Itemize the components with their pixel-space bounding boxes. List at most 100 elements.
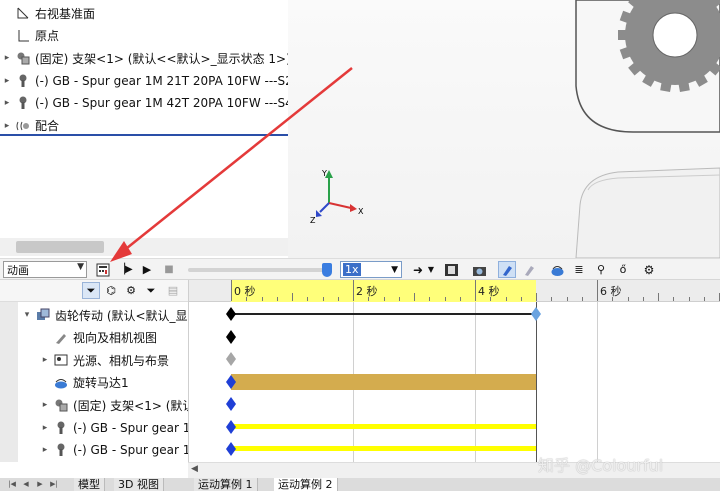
watermark: 知乎 @Colourful bbox=[538, 456, 664, 475]
playback-mode-dropdown[interactable]: ▼ bbox=[426, 261, 436, 278]
ruler-tick bbox=[673, 297, 675, 301]
motion-tree-toolbar: ⏷ ⌬ ⚙ ⏷ ▤ bbox=[0, 280, 188, 302]
save-animation-button[interactable] bbox=[442, 261, 460, 278]
collapse-button[interactable]: ▤ bbox=[164, 282, 182, 299]
playback-slider[interactable] bbox=[188, 268, 326, 272]
motion-manager-tree: ▾ 齿轮传动 (默认<默认_显视向及相机视图 ▸ 光源、相机与布景旋转马达1 ▸ (固定)… bbox=[0, 302, 188, 462]
contact-button[interactable]: ⚲ bbox=[592, 261, 610, 278]
motion-tree-item[interactable]: 视向及相机视图 bbox=[38, 327, 157, 349]
chevron-down-icon[interactable]: ▾ bbox=[20, 310, 34, 320]
keypoint[interactable] bbox=[226, 397, 236, 411]
tree-item[interactable]: ▸ (固定) 支架<1> (默认<<默认>_显示状态 1>) bbox=[0, 47, 291, 69]
ruler-tick bbox=[581, 297, 583, 301]
ruler-tick bbox=[536, 293, 537, 301]
chevron-down-icon: ▼ bbox=[77, 262, 84, 272]
filter-animated-button[interactable]: ⏷ bbox=[82, 282, 100, 299]
motion-tree-item[interactable]: 旋转马达1 bbox=[38, 372, 129, 394]
motor-time-bar[interactable] bbox=[231, 373, 536, 390]
ruler-label: 0 秒 bbox=[234, 285, 256, 298]
bottom-tab[interactable]: 运动算例 2 bbox=[274, 478, 338, 491]
keypoint[interactable] bbox=[531, 307, 541, 321]
time-gridline bbox=[597, 302, 598, 462]
stop-button[interactable]: ■ bbox=[160, 261, 178, 278]
add-key-icon bbox=[525, 265, 534, 276]
ruler-tick bbox=[414, 293, 415, 301]
tree-item-label: 原点 bbox=[35, 29, 60, 43]
bottom-tab[interactable]: 3D 视图 bbox=[114, 478, 164, 491]
tree-item[interactable]: 右视基准面 bbox=[0, 2, 95, 24]
ruler-tick bbox=[261, 297, 263, 301]
ruler-tick bbox=[276, 297, 278, 301]
play-from-start-icon: ▕▶ bbox=[117, 264, 133, 275]
tree-item[interactable]: ▸ (-) GB - Spur gear 1M 42T 20PA 10FW ---… bbox=[0, 92, 293, 114]
study-type-select[interactable]: 动画 ▼ bbox=[3, 261, 87, 278]
last-tab-icon[interactable]: ▶| bbox=[48, 479, 60, 490]
ruler-major-tick bbox=[475, 280, 476, 301]
motor-icon bbox=[52, 375, 70, 391]
next-tab-icon[interactable]: ▶ bbox=[34, 479, 46, 490]
spring-button[interactable]: ≣ bbox=[570, 261, 588, 278]
time-ruler[interactable]: 0 秒 2 秒 4 秒 6 秒 bbox=[189, 280, 720, 302]
filter-results-button[interactable]: ⏷ bbox=[142, 282, 160, 299]
time-bar[interactable] bbox=[536, 302, 537, 462]
ruler-label: 2 秒 bbox=[356, 285, 378, 298]
calculate-button[interactable] bbox=[94, 261, 112, 278]
chevron-right-icon[interactable]: ▸ bbox=[0, 53, 14, 63]
scroll-left-icon[interactable]: ◀ bbox=[191, 464, 198, 474]
ruler-tick bbox=[627, 297, 629, 301]
gear-tooth bbox=[678, 80, 690, 93]
filter-driving-button[interactable]: ⌬ bbox=[102, 282, 120, 299]
filter-selected-button[interactable]: ⚙ bbox=[122, 282, 140, 299]
tree-item-label: (-) GB - Spur gear 1M 42T 20PA 10FW ---S… bbox=[35, 96, 293, 110]
ruler-tick bbox=[703, 297, 705, 301]
chevron-right-icon[interactable]: ▸ bbox=[38, 400, 52, 410]
motion-tree-item[interactable]: ▸ (-) GB - Spur gear 1 bbox=[38, 417, 188, 439]
playback-slider-thumb[interactable] bbox=[322, 263, 332, 277]
tree-horizontal-scrollbar[interactable] bbox=[0, 238, 288, 256]
keypoint[interactable] bbox=[226, 442, 236, 456]
bottom-tab[interactable]: 模型 bbox=[74, 478, 105, 491]
keypoint[interactable] bbox=[226, 419, 236, 434]
graphics-viewport[interactable]: Y X Z bbox=[288, 0, 720, 258]
chevron-right-icon[interactable]: ▸ bbox=[38, 423, 52, 433]
keypoint[interactable] bbox=[226, 307, 236, 321]
ruler-major-tick bbox=[231, 280, 232, 301]
gravity-button[interactable]: ő bbox=[614, 261, 632, 278]
chevron-right-icon[interactable]: ▸ bbox=[0, 121, 14, 131]
chevron-right-icon[interactable]: ▸ bbox=[38, 445, 52, 455]
autokey-button[interactable] bbox=[498, 261, 516, 278]
motion-tree-item-label: 视向及相机视图 bbox=[73, 331, 158, 345]
play-from-start-button[interactable]: ▕▶ bbox=[116, 261, 134, 278]
motion-tree-item[interactable]: ▸ (-) GB - Spur gear 1 bbox=[38, 439, 188, 461]
change-time-bar[interactable] bbox=[231, 423, 536, 429]
chevron-right-icon[interactable]: ▸ bbox=[38, 355, 52, 365]
animation-wizard-button[interactable] bbox=[470, 261, 488, 278]
keypoint[interactable] bbox=[226, 352, 236, 366]
tree-item-label: 配合 bbox=[35, 119, 60, 133]
timeline-area[interactable]: 0 秒 2 秒 4 秒 6 秒 bbox=[188, 280, 720, 462]
play-button[interactable]: ▶ bbox=[138, 261, 156, 278]
properties-button[interactable]: ⚙ bbox=[640, 261, 658, 278]
chevron-right-icon[interactable]: ▸ bbox=[0, 76, 14, 86]
selected-filter-icon: ⚙ bbox=[126, 284, 136, 297]
motion-tree-item[interactable]: ▸ (固定) 支架<1> (默认 bbox=[38, 394, 188, 416]
playback-speed-select[interactable]: 1x ▼ bbox=[340, 261, 402, 278]
ruler-tick bbox=[292, 293, 293, 301]
chevron-right-icon[interactable]: ▸ bbox=[0, 98, 14, 108]
motor-button[interactable] bbox=[548, 261, 566, 278]
tree-item[interactable]: ▸ (-) GB - Spur gear 1M 21T 20PA 10FW ---… bbox=[0, 70, 293, 92]
feature-tree: 右视基准面 原点 ▸ (固定) 支架<1> (默认<<默认>_显示状态 1>) ▸ (-)… bbox=[0, 0, 293, 135]
scroll-thumb[interactable] bbox=[16, 241, 104, 253]
change-time-bar[interactable] bbox=[231, 446, 536, 451]
prev-tab-icon[interactable]: ◀ bbox=[20, 479, 32, 490]
keypoint[interactable] bbox=[226, 374, 236, 389]
first-tab-icon[interactable]: |◀ bbox=[6, 479, 18, 490]
bottom-tab[interactable]: 运动算例 1 bbox=[194, 478, 258, 491]
ruler-major-tick bbox=[353, 280, 354, 301]
keypoint[interactable] bbox=[226, 329, 236, 344]
motion-tree-item[interactable]: ▸ 光源、相机与布景 bbox=[38, 349, 169, 371]
motion-tree-item-label: 光源、相机与布景 bbox=[73, 353, 170, 368]
tree-item[interactable]: 原点 bbox=[0, 25, 59, 47]
motion-tree-item[interactable]: ▾ 齿轮传动 (默认<默认_显 bbox=[20, 304, 188, 326]
add-key-button[interactable] bbox=[520, 261, 538, 278]
